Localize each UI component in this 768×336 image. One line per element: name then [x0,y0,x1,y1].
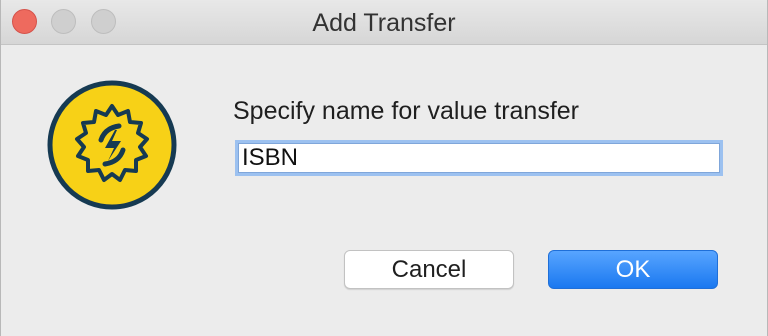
prompt-label: Specify name for value transfer [233,97,579,125]
cancel-button[interactable]: Cancel [344,250,514,289]
dialog-content: Specify name for value transfer Cancel O… [1,45,767,336]
gear-lightning-icon [47,80,177,210]
transfer-name-input[interactable] [238,143,720,173]
window-title: Add Transfer [312,9,456,37]
transfer-name-field [235,140,723,176]
add-transfer-dialog: Add Transfer Specify name for value tran… [0,0,768,336]
ok-button[interactable]: OK [548,250,718,289]
title-bar: Add Transfer [1,0,767,45]
